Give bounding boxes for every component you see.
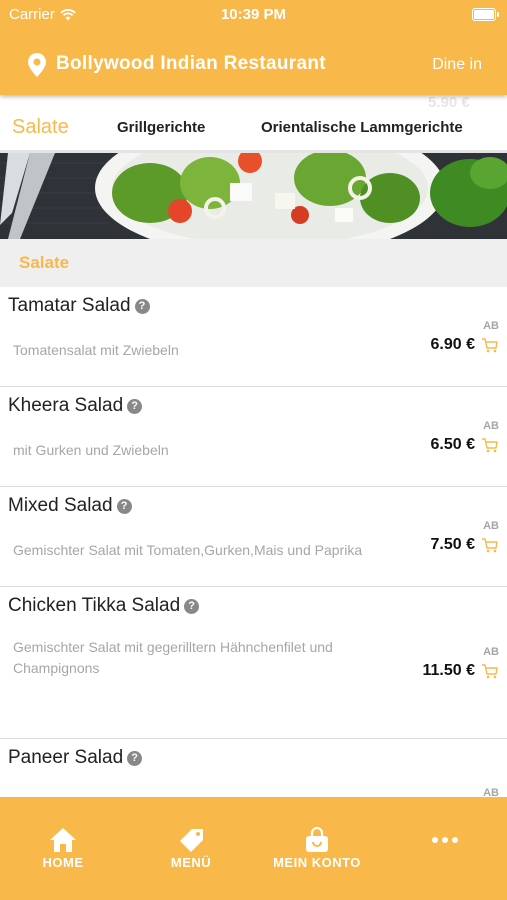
info-icon[interactable]: ? <box>134 298 150 314</box>
price-row[interactable]: 11.50 € <box>423 662 499 680</box>
battery-icon <box>472 8 499 21</box>
cart-icon[interactable] <box>481 537 498 553</box>
item-name: Mixed Salad ? <box>8 495 132 517</box>
price-prefix: AB <box>483 420 499 432</box>
status-bar: Carrier 10:39 PM <box>0 0 507 30</box>
tab-account[interactable]: MEIN KONTO <box>267 827 367 870</box>
info-icon[interactable]: ? <box>184 598 200 614</box>
bag-icon <box>306 827 328 852</box>
nav-bar: Bollywood Indian Restaurant Dine in <box>0 44 507 84</box>
cart-icon[interactable] <box>481 663 498 679</box>
tab-grillgerichte[interactable]: Grillgerichte <box>117 119 205 136</box>
category-banner <box>0 153 507 239</box>
home-icon <box>50 828 76 852</box>
info-icon[interactable]: ? <box>127 750 143 766</box>
section-header: Salate <box>0 239 507 287</box>
item-description: Gemischter Salat mit gegerilltern Hähnch… <box>13 639 333 676</box>
restaurant-name[interactable]: Bollywood Indian Restaurant <box>56 53 326 75</box>
tab-home-label: HOME <box>42 855 84 870</box>
item-description: Tomatensalat mit Zwiebeln <box>13 342 179 358</box>
info-icon[interactable]: ? <box>116 498 132 514</box>
tab-orientalische-lammgerichte[interactable]: Orientalische Lammgerichte <box>261 119 463 136</box>
more-icon <box>432 837 458 843</box>
tab-account-label: MEIN KONTO <box>273 855 361 870</box>
item-price: 11.50 € <box>422 662 476 679</box>
price-prefix: AB <box>483 646 499 658</box>
item-name-text: Mixed Salad <box>8 495 113 516</box>
tab-menu[interactable]: MENÜ <box>141 827 241 870</box>
price-row[interactable]: 7.50 € <box>431 536 498 554</box>
item-description: mit Gurken und Zwiebeln <box>13 442 169 458</box>
tab-salate[interactable]: Salate <box>12 116 69 139</box>
item-name: Paneer Salad ? <box>8 747 143 769</box>
bottom-tab-bar: HOME MENÜ MEIN KONTO <box>0 797 507 900</box>
cart-icon[interactable] <box>481 337 498 353</box>
item-price: 7.50 € <box>430 536 475 553</box>
item-name: Tamatar Salad ? <box>8 295 150 317</box>
salad-photo <box>0 153 507 239</box>
menu-item-kheera-salad[interactable]: Kheera Salad ? mit Gurken und Zwiebeln A… <box>0 387 507 487</box>
item-name-text: Tamatar Salad <box>8 295 131 316</box>
order-mode-button[interactable]: Dine in <box>432 56 482 74</box>
clock: 10:39 PM <box>220 6 287 23</box>
location-pin-icon[interactable] <box>28 53 46 77</box>
item-price: 6.90 € <box>430 336 475 353</box>
menu-item-mixed-salad[interactable]: Mixed Salad ? Gemischter Salat mit Tomat… <box>0 487 507 587</box>
category-tabs: 5.90 € Salate Grillgerichte Orientalisch… <box>0 95 507 153</box>
menu-item-chicken-tikka-salad[interactable]: Chicken Tikka Salad ? Gemischter Salat m… <box>0 587 507 739</box>
cart-icon[interactable] <box>481 437 498 453</box>
tab-home[interactable]: HOME <box>13 827 113 870</box>
menu-item-tamatar-salad[interactable]: Tamatar Salad ? Tomatensalat mit Zwiebel… <box>0 287 507 387</box>
item-name-text: Paneer Salad <box>8 747 124 768</box>
tag-icon <box>180 829 203 852</box>
tab-more[interactable] <box>395 835 495 847</box>
item-name-text: Kheera Salad <box>8 395 124 416</box>
item-description: Gemischter Salat mit Tomaten,Gurken,Mais… <box>13 542 363 558</box>
price-row[interactable]: 6.90 € <box>431 336 498 354</box>
price-prefix: AB <box>483 520 499 532</box>
item-price: 6.50 € <box>430 436 475 453</box>
app-header: Carrier 10:39 PM Bollywood Indian Restau… <box>0 0 507 95</box>
price-prefix: AB <box>483 320 499 332</box>
section-title: Salate <box>19 253 70 272</box>
info-icon[interactable]: ? <box>127 398 143 414</box>
item-name-text: Chicken Tikka Salad <box>8 595 181 616</box>
ghost-price: 5.90 € <box>428 95 470 111</box>
item-name: Kheera Salad ? <box>8 395 143 417</box>
price-row[interactable]: 6.50 € <box>431 436 498 454</box>
tab-menu-label: MENÜ <box>170 855 212 870</box>
item-name: Chicken Tikka Salad ? <box>8 595 200 617</box>
